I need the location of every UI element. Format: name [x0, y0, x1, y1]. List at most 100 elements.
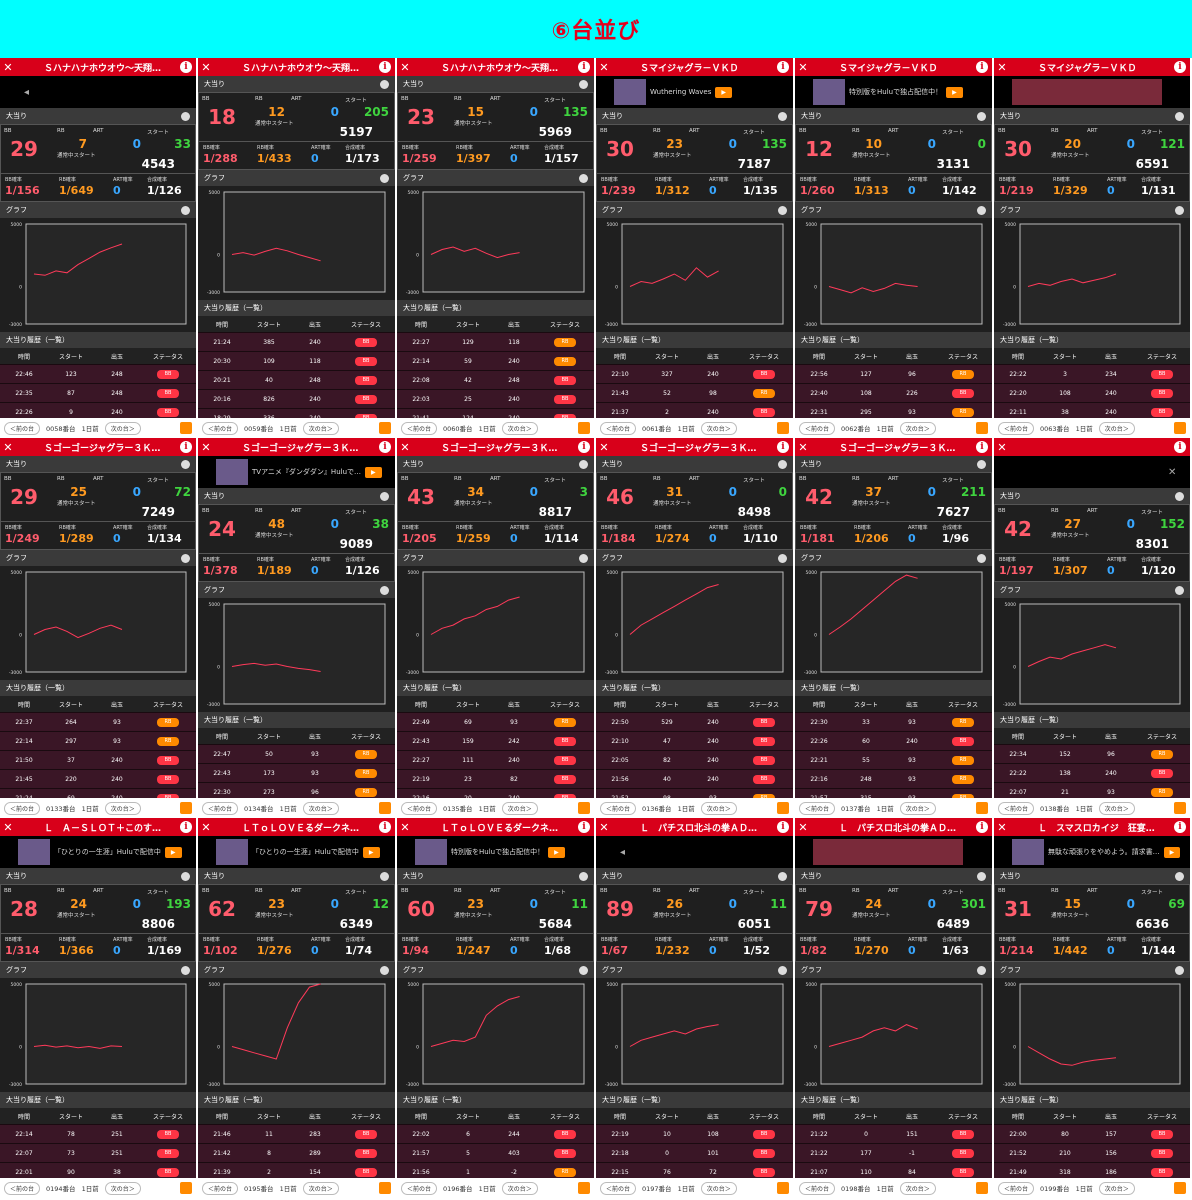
- info-icon[interactable]: i: [180, 441, 192, 453]
- grid-icon[interactable]: [181, 111, 190, 121]
- table-row[interactable]: 22:08 42 248 BB: [397, 371, 594, 390]
- info-icon[interactable]: i: [379, 441, 391, 453]
- table-row[interactable]: 22:07 73 251 BB: [0, 1144, 196, 1163]
- grid-icon[interactable]: [380, 965, 389, 975]
- ad-banner[interactable]: 「ひとりの一生涯」Huluで配信中 ▶: [0, 836, 196, 868]
- table-row[interactable]: 22:03 25 240 BB: [397, 390, 594, 409]
- table-row[interactable]: 22:14 59 240 RB: [397, 352, 594, 371]
- table-row[interactable]: 21:42 8 289 BB: [198, 1144, 395, 1163]
- prev-machine-button[interactable]: ＜前の台: [401, 421, 438, 435]
- grid-icon[interactable]: [181, 965, 190, 975]
- grid-icon[interactable]: [1175, 491, 1184, 501]
- table-row[interactable]: 22:00 80 157 BB: [994, 1125, 1190, 1144]
- table-row[interactable]: 22:19 23 82 BB: [397, 770, 594, 789]
- info-icon[interactable]: i: [379, 61, 391, 73]
- grid-icon[interactable]: [977, 871, 986, 881]
- table-row[interactable]: 22:40 108 226 BB: [795, 384, 992, 403]
- table-row[interactable]: 21:50 37 240 BB: [0, 751, 196, 770]
- ad-download-button[interactable]: ▶: [365, 466, 382, 478]
- info-icon[interactable]: i: [578, 61, 590, 73]
- table-row[interactable]: 20:30 109 118 BB: [198, 352, 395, 371]
- grid-icon[interactable]: [778, 205, 787, 215]
- info-icon[interactable]: i: [578, 821, 590, 833]
- table-row[interactable]: 22:22 138 240 BB: [994, 764, 1190, 783]
- grid-icon[interactable]: [181, 871, 190, 881]
- next-machine-button[interactable]: 次の台＞: [302, 1181, 339, 1195]
- ad-download-button[interactable]: ▶: [164, 846, 182, 858]
- table-row[interactable]: 21:43 52 98 RB: [596, 384, 793, 403]
- close-icon[interactable]: ✕: [0, 441, 16, 454]
- prev-machine-button[interactable]: ＜前の台: [4, 1181, 41, 1195]
- info-icon[interactable]: i: [777, 441, 789, 453]
- close-icon[interactable]: ✕: [1168, 467, 1176, 478]
- close-icon[interactable]: ✕: [795, 61, 811, 74]
- info-icon[interactable]: i: [976, 821, 988, 833]
- table-row[interactable]: 22:49 69 93 RB: [397, 713, 594, 732]
- table-row[interactable]: 22:43 159 242 BB: [397, 732, 594, 751]
- table-row[interactable]: 22:35 87 248 BB: [0, 384, 196, 403]
- grid-icon[interactable]: [1175, 965, 1184, 975]
- ad-download-button[interactable]: ▶: [946, 86, 963, 98]
- info-icon[interactable]: i: [976, 441, 988, 453]
- grid-icon[interactable]: [1175, 205, 1184, 215]
- next-machine-button[interactable]: 次の台＞: [1098, 421, 1135, 435]
- next-machine-button[interactable]: 次の台＞: [501, 421, 538, 435]
- table-row[interactable]: 22:10 327 240 BB: [596, 365, 793, 384]
- ad-banner[interactable]: 「ひとりの一生涯」Huluで配信中 ▶: [198, 836, 395, 868]
- table-row[interactable]: 20:21 40 248 BB: [198, 371, 395, 390]
- close-icon[interactable]: ✕: [397, 441, 413, 454]
- grid-icon[interactable]: [977, 459, 986, 469]
- next-machine-button[interactable]: 次の台＞: [899, 1181, 936, 1195]
- next-machine-button[interactable]: 次の台＞: [501, 801, 538, 815]
- info-icon[interactable]: i: [1174, 61, 1186, 73]
- table-row[interactable]: 22:47 50 93 RB: [198, 745, 395, 764]
- info-icon[interactable]: i: [777, 61, 789, 73]
- close-icon[interactable]: ✕: [994, 61, 1010, 74]
- prev-machine-button[interactable]: ＜前の台: [4, 421, 41, 435]
- next-machine-button[interactable]: 次の台＞: [899, 421, 936, 435]
- ad-banner[interactable]: ◂: [0, 76, 196, 108]
- next-machine-button[interactable]: 次の台＞: [104, 421, 141, 435]
- table-row[interactable]: 22:37 264 93 RB: [0, 713, 196, 732]
- grid-icon[interactable]: [579, 79, 588, 89]
- ad-banner[interactable]: Wuthering Waves ▶: [596, 76, 793, 108]
- next-machine-button[interactable]: 次の台＞: [302, 801, 339, 815]
- ad-download-button[interactable]: ▶: [715, 86, 733, 98]
- next-machine-button[interactable]: 次の台＞: [700, 421, 737, 435]
- table-row[interactable]: 22:46 123 248 BB: [0, 365, 196, 384]
- table-row[interactable]: 21:22 0 151 BB: [795, 1125, 992, 1144]
- close-icon[interactable]: ✕: [596, 821, 612, 834]
- close-icon[interactable]: ✕: [0, 61, 16, 74]
- speaker-icon[interactable]: ◂: [620, 847, 625, 858]
- ad-banner[interactable]: 特別版をHuluで独占配信中！ ▶: [795, 76, 992, 108]
- grid-icon[interactable]: [380, 585, 389, 595]
- grid-icon[interactable]: [380, 79, 389, 89]
- close-icon[interactable]: ✕: [0, 821, 16, 834]
- ad-banner[interactable]: ◂: [596, 836, 793, 868]
- prev-machine-button[interactable]: ＜前の台: [600, 801, 637, 815]
- grid-icon[interactable]: [380, 173, 389, 183]
- table-row[interactable]: 20:16 826 240 BB: [198, 390, 395, 409]
- next-machine-button[interactable]: 次の台＞: [104, 801, 141, 815]
- table-row[interactable]: 22:27 129 118 RB: [397, 333, 594, 352]
- ad-download-button[interactable]: ▶: [362, 846, 380, 858]
- table-row[interactable]: 22:20 108 240 BB: [994, 384, 1190, 403]
- next-machine-button[interactable]: 次の台＞: [1098, 801, 1135, 815]
- grid-icon[interactable]: [1175, 111, 1184, 121]
- table-row[interactable]: 21:56 40 240 BB: [596, 770, 793, 789]
- grid-icon[interactable]: [1175, 871, 1184, 881]
- grid-icon[interactable]: [778, 111, 787, 121]
- close-icon[interactable]: ✕: [795, 441, 811, 454]
- close-icon[interactable]: ✕: [596, 61, 612, 74]
- grid-icon[interactable]: [579, 965, 588, 975]
- next-machine-button[interactable]: 次の台＞: [700, 801, 737, 815]
- table-row[interactable]: 22:26 60 240 BB: [795, 732, 992, 751]
- table-row[interactable]: 22:18 0 101 BB: [596, 1144, 793, 1163]
- prev-machine-button[interactable]: ＜前の台: [202, 421, 239, 435]
- next-machine-button[interactable]: 次の台＞: [899, 801, 936, 815]
- ad-download-button[interactable]: ▶: [1163, 846, 1181, 858]
- ad-banner[interactable]: 無駄な頑張りをやめよう。請求書… ▶: [994, 836, 1190, 868]
- table-row[interactable]: 22:43 173 93 RB: [198, 764, 395, 783]
- table-row[interactable]: 22:16 248 93 RB: [795, 770, 992, 789]
- next-machine-button[interactable]: 次の台＞: [501, 1181, 538, 1195]
